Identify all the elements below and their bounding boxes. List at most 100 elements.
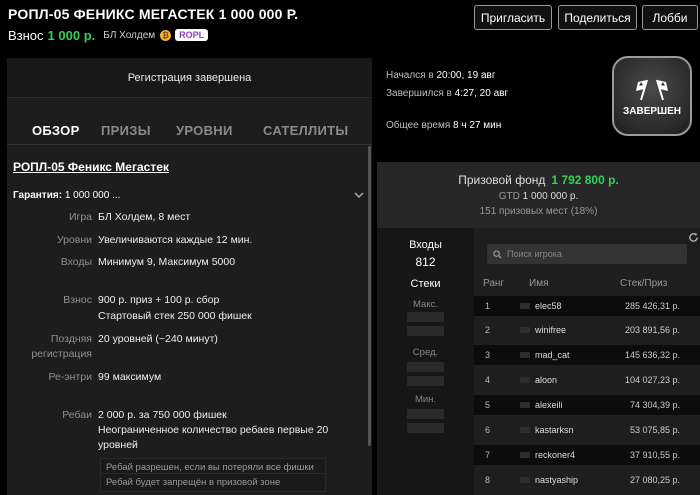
detail-value-entries: Минимум 9, Максимум 5000 bbox=[98, 256, 236, 268]
lobby-button[interactable]: Лобби bbox=[642, 5, 698, 30]
players-table-header: Ранг Имя Стек/Приз bbox=[474, 278, 700, 292]
table-row[interactable]: 2 winifree 203 891,56 р. bbox=[474, 320, 700, 340]
ended-label: Завершился в bbox=[386, 88, 452, 99]
player-avatar bbox=[520, 452, 530, 458]
table-row[interactable]: 8 nastyaship 27 080,25 р. bbox=[474, 470, 700, 490]
scrollbar[interactable] bbox=[368, 146, 371, 446]
ropl-badge: ROPL bbox=[175, 29, 209, 41]
fee-label: Взнос bbox=[8, 27, 44, 43]
table-row[interactable]: 7 reckoner4 37 910,55 р. bbox=[474, 445, 700, 465]
row-rank: 6 bbox=[485, 425, 491, 435]
player-avatar bbox=[520, 303, 530, 309]
detail-label-levels: Уровни bbox=[56, 234, 92, 246]
guarantee-label: Гарантия: bbox=[13, 190, 63, 201]
fee-amount: 1 000 р. bbox=[47, 27, 96, 43]
started-label: Начался в bbox=[386, 70, 434, 81]
tab-prizes[interactable]: ПРИЗЫ bbox=[101, 123, 151, 138]
detail-label-game: Игра bbox=[68, 211, 92, 223]
stats-column: Входы 812 Стеки Макс. Сред. Мин. bbox=[377, 228, 474, 495]
guarantee-value: 1 000 000 ... bbox=[64, 190, 121, 201]
table-row[interactable]: 4 aloon 104 027,23 р. bbox=[474, 370, 700, 390]
status-label: ЗАВЕРШЕН bbox=[623, 105, 681, 117]
prize-pool-block: Призовой фонд 1 792 800 р. GTD 1 000 000 … bbox=[377, 162, 700, 228]
row-rank: 1 bbox=[485, 301, 491, 311]
entries-value: 812 bbox=[415, 255, 436, 269]
player-avatar bbox=[520, 327, 530, 333]
detail-label-entries: Входы bbox=[60, 256, 92, 268]
prize-pool-row: Призовой фонд 1 792 800 р. bbox=[377, 173, 700, 187]
stack-min-value-2 bbox=[407, 423, 444, 433]
player-avatar bbox=[520, 477, 530, 483]
tab-levels[interactable]: УРОВНИ bbox=[176, 123, 233, 138]
tab-satellites[interactable]: САТЕЛЛИТЫ bbox=[263, 123, 348, 138]
table-row[interactable]: 3 mad_cat 145 636,32 р. bbox=[474, 345, 700, 365]
stack-max-value bbox=[407, 312, 444, 322]
stack-max-label: Макс. bbox=[413, 299, 438, 310]
player-search-input[interactable] bbox=[507, 249, 677, 259]
row-rank: 5 bbox=[485, 400, 491, 410]
started-value: 20:00, 19 авг bbox=[436, 70, 496, 81]
column-stack[interactable]: Стек/Приз bbox=[620, 278, 667, 289]
row-name: winifree bbox=[535, 325, 567, 335]
table-row[interactable]: 5 alexeili 74 304,39 р. bbox=[474, 395, 700, 415]
row-rank: 8 bbox=[485, 475, 491, 485]
detail-value-game: БЛ Холдем, 8 мест bbox=[98, 211, 191, 223]
total-time-label: Общее время bbox=[386, 120, 451, 131]
share-button[interactable]: Поделиться bbox=[558, 5, 637, 30]
row-rank: 7 bbox=[485, 450, 491, 460]
tournament-name: РОПЛ-05 Феникс Мегастек bbox=[13, 160, 169, 174]
tournament-title: РОПЛ-05 ФЕНИКС МЕГАСТЕК 1 000 000 Р. bbox=[8, 6, 299, 22]
ended-value: 4:27, 20 авг bbox=[454, 88, 509, 99]
row-prize: 74 304,39 р. bbox=[629, 400, 680, 410]
row-prize: 53 075,85 р. bbox=[629, 425, 680, 435]
column-name[interactable]: Имя bbox=[529, 278, 548, 289]
detail-label-reentry: Ре-энтри bbox=[48, 371, 92, 383]
refresh-icon[interactable] bbox=[688, 232, 699, 243]
detail-value-starting-stack: Стартовый стек 250 000 фишек bbox=[98, 310, 252, 322]
row-prize: 27 080,25 р. bbox=[629, 475, 680, 485]
stack-avg-value bbox=[407, 362, 444, 372]
prize-pool-label: Призовой фонд bbox=[458, 173, 546, 187]
table-row[interactable]: 1 elec58 285 426,31 р. bbox=[474, 296, 700, 316]
row-prize: 104 027,23 р. bbox=[624, 375, 680, 385]
rebuy-note-forbidden: Ребай будет запрещён в призовой зоне bbox=[100, 473, 326, 492]
detail-label-buyin: Взнос bbox=[63, 294, 92, 306]
registration-status: Регистрация завершена bbox=[7, 58, 372, 98]
prize-pool-value: 1 792 800 р. bbox=[551, 173, 619, 187]
detail-label-late-reg-2: регистрация bbox=[31, 348, 92, 360]
row-prize: 37 910,55 р. bbox=[629, 450, 680, 460]
row-rank: 4 bbox=[485, 375, 491, 385]
detail-value-rebuys-3: уровней bbox=[98, 439, 138, 451]
row-prize: 203 891,56 р. bbox=[624, 325, 680, 335]
stack-max-value-2 bbox=[407, 326, 444, 336]
tab-overview[interactable]: ОБЗОР bbox=[32, 123, 80, 138]
row-name: elec58 bbox=[535, 301, 562, 311]
stack-min-value bbox=[407, 409, 444, 419]
stack-min-label: Мин. bbox=[414, 394, 437, 405]
stacks-label: Стеки bbox=[410, 278, 441, 290]
player-avatar bbox=[520, 377, 530, 383]
row-name: aloon bbox=[535, 375, 558, 385]
detail-label-rebuys: Ребаи bbox=[62, 409, 92, 421]
started-row: Начался в 20:00, 19 авг bbox=[386, 70, 495, 81]
coin-icon: ₿ bbox=[160, 29, 172, 41]
detail-label-late-reg: Поздняя bbox=[50, 333, 92, 345]
row-prize: 285 426,31 р. bbox=[624, 301, 680, 311]
detail-value-buyin: 900 р. приз + 100 р. сбор bbox=[98, 294, 220, 306]
player-search[interactable] bbox=[487, 244, 687, 264]
checkered-flags-icon bbox=[636, 79, 668, 100]
players-panel: Ранг Имя Стек/Приз 1 elec58 285 426,31 р.… bbox=[474, 228, 700, 495]
tournament-info-panel: Регистрация завершена ОБЗОР ПРИЗЫ УРОВНИ… bbox=[7, 58, 372, 495]
game-type: БЛ Холдем bbox=[103, 29, 156, 41]
row-rank: 3 bbox=[485, 350, 491, 360]
search-icon bbox=[493, 249, 502, 259]
gtd-row: GTD 1 000 000 р. bbox=[377, 191, 700, 202]
invite-button[interactable]: Пригласить bbox=[474, 5, 552, 30]
prize-places: 151 призовых мест (18%) bbox=[479, 206, 598, 217]
table-row[interactable]: 6 kastarksn 53 075,85 р. bbox=[474, 420, 700, 440]
row-name: reckoner4 bbox=[535, 450, 576, 460]
guarantee-row: Гарантия: 1 000 000 ... bbox=[13, 190, 120, 201]
row-prize: 145 636,32 р. bbox=[624, 350, 680, 360]
column-rank[interactable]: Ранг bbox=[483, 278, 504, 289]
chevron-down-icon[interactable] bbox=[353, 189, 365, 201]
